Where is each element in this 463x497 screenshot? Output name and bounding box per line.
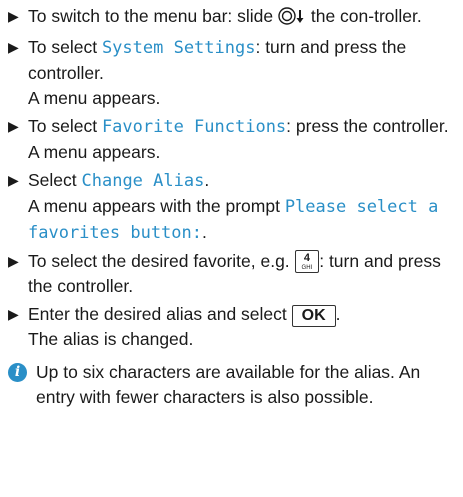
bullet-icon: ▶	[8, 306, 19, 322]
bullet-icon: ▶	[8, 39, 19, 55]
ok-button: OK	[291, 305, 336, 327]
step-system-settings: ▶ To select System Settings: turn and pr…	[8, 35, 457, 111]
menu-item-favorite-functions: Favorite Functions	[101, 117, 287, 137]
info-note: i Up to six characters are available for…	[8, 360, 457, 410]
step-text: To select the desired favorite, e.g.	[28, 251, 295, 271]
step-text-end: the con-troller.	[305, 6, 422, 26]
key-number: 4	[303, 252, 310, 264]
step-result: A menu appears with the prompt	[28, 196, 285, 216]
step-text: To select	[28, 116, 102, 136]
step-result-end: .	[202, 222, 207, 242]
step-text-end: : press the controller.	[286, 116, 449, 136]
bullet-icon: ▶	[8, 118, 19, 134]
step-result: A menu appears.	[28, 142, 161, 162]
step-text-end: .	[335, 304, 341, 324]
step-text: To switch to the menu bar: slide	[28, 6, 278, 26]
menu-item-system-settings: System Settings	[101, 38, 256, 58]
step-text: Select	[28, 170, 82, 190]
step-favorite-functions: ▶ To select Favorite Functions: press th…	[8, 114, 457, 165]
step-text: Enter the desired alias and select	[28, 304, 292, 324]
key-letters: GHI	[301, 265, 313, 271]
step-switch-menu-bar: ▶ To switch to the menu bar: slide the c…	[8, 4, 457, 32]
bullet-icon: ▶	[8, 253, 19, 269]
step-text: To select	[28, 37, 102, 57]
bullet-icon: ▶	[8, 8, 19, 24]
step-result: A menu appears.	[28, 88, 161, 108]
step-change-alias: ▶ Select Change Alias. A menu appears wi…	[8, 168, 457, 246]
step-select-favorite: ▶ To select the desired favorite, e.g. 4…	[8, 249, 457, 299]
step-text-end: .	[204, 170, 210, 190]
menu-item-change-alias: Change Alias	[81, 171, 205, 191]
step-result: The alias is changed.	[28, 329, 194, 349]
step-enter-alias: ▶ Enter the desired alias and select OK.…	[8, 302, 457, 352]
info-icon: i	[8, 363, 27, 382]
instruction-page: ▶ To switch to the menu bar: slide the c…	[0, 0, 463, 497]
controller-slide-down-icon	[278, 7, 306, 32]
favorite-key-4: 4 GHI	[294, 250, 320, 273]
note-text: Up to six characters are available for t…	[36, 362, 421, 407]
bullet-icon: ▶	[8, 172, 19, 188]
